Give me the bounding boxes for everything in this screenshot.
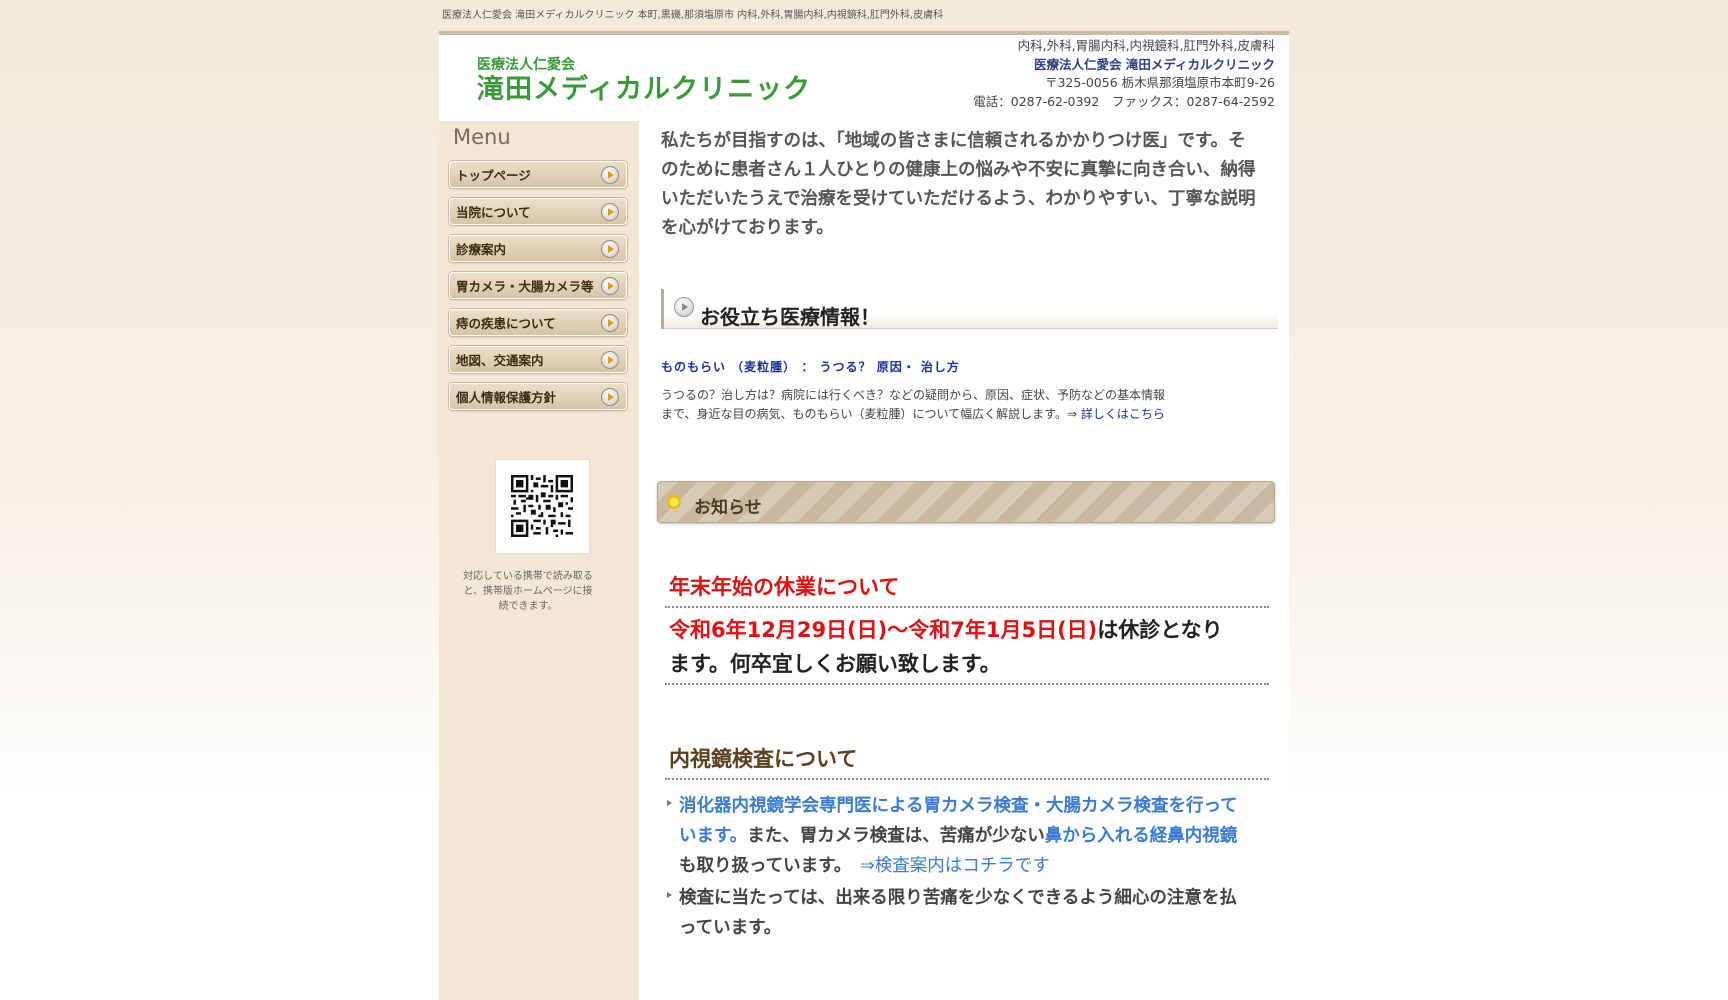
arrow-right-icon — [601, 166, 619, 184]
medical-info-title: お役立ち医療情報！ — [700, 305, 880, 329]
endoscopy-end-text: も取り扱っています。 — [679, 856, 861, 876]
arrow-right-icon — [601, 240, 619, 258]
header-phone: 電話：0287-62-0392 ファックス：0287-64-2592 — [973, 93, 1275, 109]
nav-hemorrhoids[interactable]: 痔の疾患について — [449, 309, 627, 336]
holiday-notice-title: 年末年始の休業について — [669, 575, 900, 599]
header-info: 内科,外科,胃腸内科,内視鏡科,肛門外科,皮膚科 医療法人仁愛会 滝田メディカル… — [973, 37, 1275, 111]
header-clinic-name: 医療法人仁愛会 滝田メディカルクリニック — [1034, 56, 1275, 72]
transnasal-text: 鼻から入れる経鼻内視鏡 — [1044, 826, 1238, 846]
sidebar: Menu トップページ 当院について 診療案内 胃カメラ・大腸カメラ等 痔の疾患… — [439, 121, 639, 1000]
nav-label: 胃カメラ・大腸カメラ等 — [456, 279, 594, 294]
arrow-right-icon — [601, 203, 619, 221]
nav-label: 痔の疾患について — [456, 316, 556, 331]
article-description: うつるの？治し方は？病院には行くべき？などの疑問から、原因、症状、予防などの基本… — [661, 386, 1171, 424]
medical-info-heading: お役立ち医療情報！ — [661, 289, 1278, 329]
top-divider — [439, 31, 1289, 35]
qr-caption: 対応している携帯で読み取ると、携帯版ホームページに接続できます。 — [463, 571, 593, 612]
holiday-dates: 令和6年12月29日(日)～令和7年1月5日(日) — [669, 618, 1098, 642]
holiday-notice-body: 令和6年12月29日(日)～令和7年1月5日(日)は休診となります。何卒宜しくお… — [669, 613, 1239, 681]
endoscopy-bullet-1: 消化器内視鏡学会専門医による胃カメラ検査・大腸カメラ検査を行っています。また、胃… — [665, 791, 1245, 881]
logo-corp-name: 医療法人仁愛会 — [477, 57, 575, 73]
article-title-link[interactable]: ものもらい （麦粒腫） ： うつる？ 原因・ 治し方 — [661, 358, 960, 375]
header-address: 〒325-0056 栃木県那須塩原市本町9-26 — [1044, 75, 1275, 90]
nav-label: 地図、交通案内 — [456, 353, 544, 368]
article-more-link[interactable]: 詳しくはこちら — [1081, 407, 1165, 421]
qr-code-icon — [511, 475, 573, 537]
nav-top-page[interactable]: トップページ — [449, 161, 627, 188]
nav-label: 個人情報保護方針 — [456, 390, 557, 405]
page-container: 医療法人仁愛会 滝田メディカルクリニック 内科,外科,胃腸内科,内視鏡科,肛門外… — [439, 31, 1289, 1000]
qr-code — [495, 459, 590, 554]
page-top-caption: 医療法人仁愛会 滝田メディカルクリニック 本町,黒磯,那須塩原市 内科,外科,胃… — [442, 10, 944, 21]
nav-access-map[interactable]: 地図、交通案内 — [449, 346, 627, 373]
arrow-right-icon — [601, 314, 619, 332]
dotted-divider — [665, 778, 1269, 780]
clinic-logo[interactable]: 医療法人仁愛会 滝田メディカルクリニック — [477, 57, 811, 107]
arrow-right-icon — [601, 277, 619, 295]
nav-endoscopy[interactable]: 胃カメラ・大腸カメラ等 — [449, 272, 627, 299]
nav-label: 診療案内 — [456, 242, 507, 257]
arrow-right-icon — [601, 388, 619, 406]
exam-guide-link[interactable]: ⇒検査案内はコチラです — [860, 856, 1050, 876]
notice-heading: お知らせ — [657, 481, 1275, 523]
arrow-circle-icon — [674, 297, 694, 317]
nav-label: 当院について — [456, 205, 531, 220]
nav-about[interactable]: 当院について — [449, 198, 627, 225]
notice-title: お知らせ — [694, 498, 762, 518]
menu-title: Menu — [453, 125, 511, 149]
nav-medical-info[interactable]: 診療案内 — [449, 235, 627, 262]
endoscopy-bullet-2: 検査に当たっては、出来る限り苦痛を少なくできるよう細心の注意を払っています。 — [665, 883, 1245, 943]
endoscopy-mid-text: また、胃カメラ検査は、苦痛が少ない — [747, 826, 1045, 846]
dotted-divider — [665, 683, 1269, 685]
intro-text: 私たちが目指すのは、「地域の皆さまに信頼されるかかりつけ医」です。そのために患者… — [661, 131, 1256, 238]
endoscopy-notice-title: 内視鏡検査について — [669, 747, 858, 771]
sun-icon — [666, 494, 682, 510]
nav-label: トップページ — [456, 168, 531, 183]
header-departments: 内科,外科,胃腸内科,内視鏡科,肛門外科,皮膚科 — [1017, 38, 1275, 53]
arrow-right-icon — [601, 351, 619, 369]
logo-clinic-name: 滝田メディカルクリニック — [477, 74, 812, 105]
dotted-divider — [665, 606, 1269, 608]
nav-privacy-policy[interactable]: 個人情報保護方針 — [449, 383, 627, 410]
